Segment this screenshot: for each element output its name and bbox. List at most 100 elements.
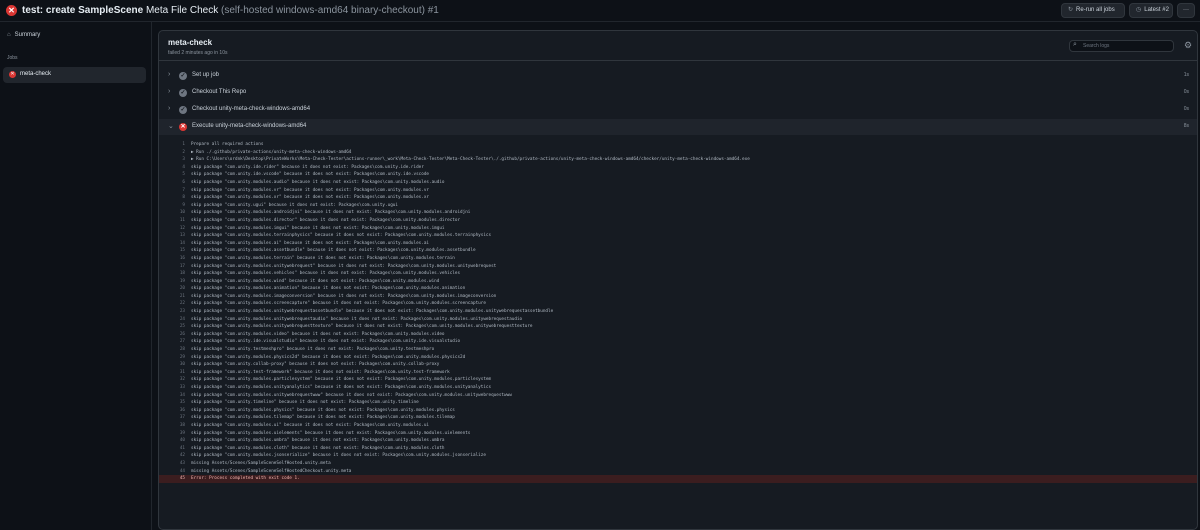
log-line[interactable]: 23 skip package "com.unity.modules.unityw… <box>159 308 1197 316</box>
log-line-number[interactable]: 41 <box>159 445 185 453</box>
log-line[interactable]: 6 skip package "com.unity.modules.audio" … <box>159 179 1197 187</box>
log-line[interactable]: 19 skip package "com.unity.modules.wind" … <box>159 278 1197 286</box>
log-line[interactable]: 18 skip package "com.unity.modules.vehicl… <box>159 270 1197 278</box>
log-line[interactable]: 16 skip package "com.unity.modules.terrai… <box>159 255 1197 263</box>
log-line[interactable]: 31 skip package "com.unity.test-framework… <box>159 369 1197 377</box>
sidebar-item-meta-check[interactable]: ✕ meta-check <box>3 67 146 83</box>
log-line[interactable]: 30 skip package "com.unity.collab-proxy" … <box>159 361 1197 369</box>
log-line[interactable]: 17 skip package "com.unity.modules.unityw… <box>159 263 1197 271</box>
log-line-number[interactable]: 7 <box>159 187 185 195</box>
log-line-number[interactable]: 44 <box>159 468 185 476</box>
log-line-number[interactable]: 39 <box>159 430 185 438</box>
log-line-number[interactable]: 10 <box>159 209 185 217</box>
log-line[interactable]: 44 missing Assets/Scenes/SampleSceneSelfH… <box>159 468 1197 476</box>
log-line[interactable]: 12 skip package "com.unity.modules.imgui"… <box>159 225 1197 233</box>
rerun-all-jobs-button[interactable]: ↻ Re-run all jobs <box>1061 3 1125 18</box>
step-checkout-unity-meta-check[interactable]: › ✓ Checkout unity-meta-check-windows-am… <box>159 102 1197 118</box>
log-line[interactable]: 36 skip package "com.unity.modules.physic… <box>159 407 1197 415</box>
log-line[interactable]: 3 ▶ Run C:\Users\ordnk\Desktop\PrivateWor… <box>159 156 1197 164</box>
log-line-number[interactable]: 26 <box>159 331 185 339</box>
gear-icon[interactable]: ⚙ <box>1184 40 1192 51</box>
summary-link[interactable]: ⌂ Summary <box>7 32 40 38</box>
log-line[interactable]: 25 skip package "com.unity.modules.unityw… <box>159 323 1197 331</box>
log-line[interactable]: 24 skip package "com.unity.modules.unityw… <box>159 316 1197 324</box>
log-line-number[interactable]: 27 <box>159 338 185 346</box>
log-line[interactable]: 20 skip package "com.unity.modules.animat… <box>159 285 1197 293</box>
log-line-number[interactable]: 43 <box>159 460 185 468</box>
latest-attempt-button[interactable]: ◷ Latest #2 <box>1129 3 1173 18</box>
log-line-number[interactable]: 23 <box>159 308 185 316</box>
log-line-number[interactable]: 31 <box>159 369 185 377</box>
log-line[interactable]: 2 ▶ Run ./.github/private-actions/unity-m… <box>159 149 1197 157</box>
log-line-number[interactable]: 20 <box>159 285 185 293</box>
log-line-number[interactable]: 1 <box>159 141 185 149</box>
log-line[interactable]: 34 skip package "com.unity.modules.unityw… <box>159 392 1197 400</box>
log-line[interactable]: 32 skip package "com.unity.modules.partic… <box>159 376 1197 384</box>
log-line[interactable]: 14 skip package "com.unity.modules.ai" be… <box>159 240 1197 248</box>
log-line[interactable]: 7 skip package "com.unity.modules.vr" bec… <box>159 187 1197 195</box>
log-line[interactable]: 45 Error: Process completed with exit cod… <box>159 475 1197 483</box>
log-line-number[interactable]: 36 <box>159 407 185 415</box>
log-line[interactable]: 40 skip package "com.unity.modules.umbra"… <box>159 437 1197 445</box>
log-line-number[interactable]: 2 <box>159 149 185 157</box>
step-checkout-this-repo[interactable]: › ✓ Checkout This Repo 0s <box>159 85 1197 101</box>
search-logs-input[interactable] <box>1069 40 1174 52</box>
log-line[interactable]: 15 skip package "com.unity.modules.assetb… <box>159 247 1197 255</box>
log-line[interactable]: 8 skip package "com.unity.modules.xr" bec… <box>159 194 1197 202</box>
log-line[interactable]: 11 skip package "com.unity.modules.direct… <box>159 217 1197 225</box>
log-line[interactable]: 9 skip package "com.unity.ugui" because i… <box>159 202 1197 210</box>
log-line[interactable]: 4 skip package "com.unity.ide.rider" beca… <box>159 164 1197 172</box>
log-line[interactable]: 29 skip package "com.unity.modules.physic… <box>159 354 1197 362</box>
log-line-number[interactable]: 25 <box>159 323 185 331</box>
log-line-number[interactable]: 37 <box>159 414 185 422</box>
step-set-up-job[interactable]: › ✓ Set up job 1s <box>159 68 1197 84</box>
log-line-number[interactable]: 28 <box>159 346 185 354</box>
log-line-number[interactable]: 15 <box>159 247 185 255</box>
log-line-number[interactable]: 8 <box>159 194 185 202</box>
log-line[interactable]: 22 skip package "com.unity.modules.screen… <box>159 300 1197 308</box>
log-line-number[interactable]: 21 <box>159 293 185 301</box>
log-line-number[interactable]: 35 <box>159 399 185 407</box>
log-line[interactable]: 10 skip package "com.unity.modules.androi… <box>159 209 1197 217</box>
log-line-number[interactable]: 42 <box>159 452 185 460</box>
log-line-number[interactable]: 19 <box>159 278 185 286</box>
log-line-number[interactable]: 14 <box>159 240 185 248</box>
log-line-number[interactable]: 38 <box>159 422 185 430</box>
log-line[interactable]: 1 Prepare all required actions <box>159 141 1197 149</box>
log-line-number[interactable]: 3 <box>159 156 185 164</box>
log-line-number[interactable]: 33 <box>159 384 185 392</box>
log-line-number[interactable]: 13 <box>159 232 185 240</box>
log-line-number[interactable]: 4 <box>159 164 185 172</box>
log-line-number[interactable]: 18 <box>159 270 185 278</box>
log-line[interactable]: 41 skip package "com.unity.modules.cloth"… <box>159 445 1197 453</box>
log-line[interactable]: 26 skip package "com.unity.modules.video"… <box>159 331 1197 339</box>
log-line[interactable]: 27 skip package "com.unity.ide.visualstud… <box>159 338 1197 346</box>
log-line-number[interactable]: 6 <box>159 179 185 187</box>
log-line-number[interactable]: 17 <box>159 263 185 271</box>
log-line-number[interactable]: 29 <box>159 354 185 362</box>
log-line[interactable]: 43 missing Assets/Scenes/SampleSceneSelfH… <box>159 460 1197 468</box>
more-actions-button[interactable]: ··· <box>1177 3 1195 18</box>
log-line-number[interactable]: 45 <box>159 475 185 483</box>
log-line[interactable]: 21 skip package "com.unity.modules.imagec… <box>159 293 1197 301</box>
log-line-number[interactable]: 24 <box>159 316 185 324</box>
log-line-number[interactable]: 40 <box>159 437 185 445</box>
log-line-number[interactable]: 16 <box>159 255 185 263</box>
log-line-number[interactable]: 12 <box>159 225 185 233</box>
log-line-number[interactable]: 32 <box>159 376 185 384</box>
log-line[interactable]: 33 skip package "com.unity.modules.unitya… <box>159 384 1197 392</box>
step-execute-unity-meta-check[interactable]: ⌄ ✕ Execute unity-meta-check-windows-amd… <box>159 119 1197 135</box>
log-line-number[interactable]: 9 <box>159 202 185 210</box>
log-line-number[interactable]: 22 <box>159 300 185 308</box>
log-line[interactable]: 28 skip package "com.unity.testmeshpro" b… <box>159 346 1197 354</box>
log-line[interactable]: 42 skip package "com.unity.modules.jsonse… <box>159 452 1197 460</box>
log-line[interactable]: 5 skip package "com.unity.ide.vscode" bec… <box>159 171 1197 179</box>
log-line[interactable]: 37 skip package "com.unity.modules.tilema… <box>159 414 1197 422</box>
log-line-number[interactable]: 11 <box>159 217 185 225</box>
log-line[interactable]: 35 skip package "com.unity.timeline" beca… <box>159 399 1197 407</box>
log-line-number[interactable]: 34 <box>159 392 185 400</box>
log-line[interactable]: 38 skip package "com.unity.modules.ui" be… <box>159 422 1197 430</box>
log-line[interactable]: 13 skip package "com.unity.modules.terrai… <box>159 232 1197 240</box>
log-line[interactable]: 39 skip package "com.unity.modules.uielem… <box>159 430 1197 438</box>
log-line-number[interactable]: 30 <box>159 361 185 369</box>
